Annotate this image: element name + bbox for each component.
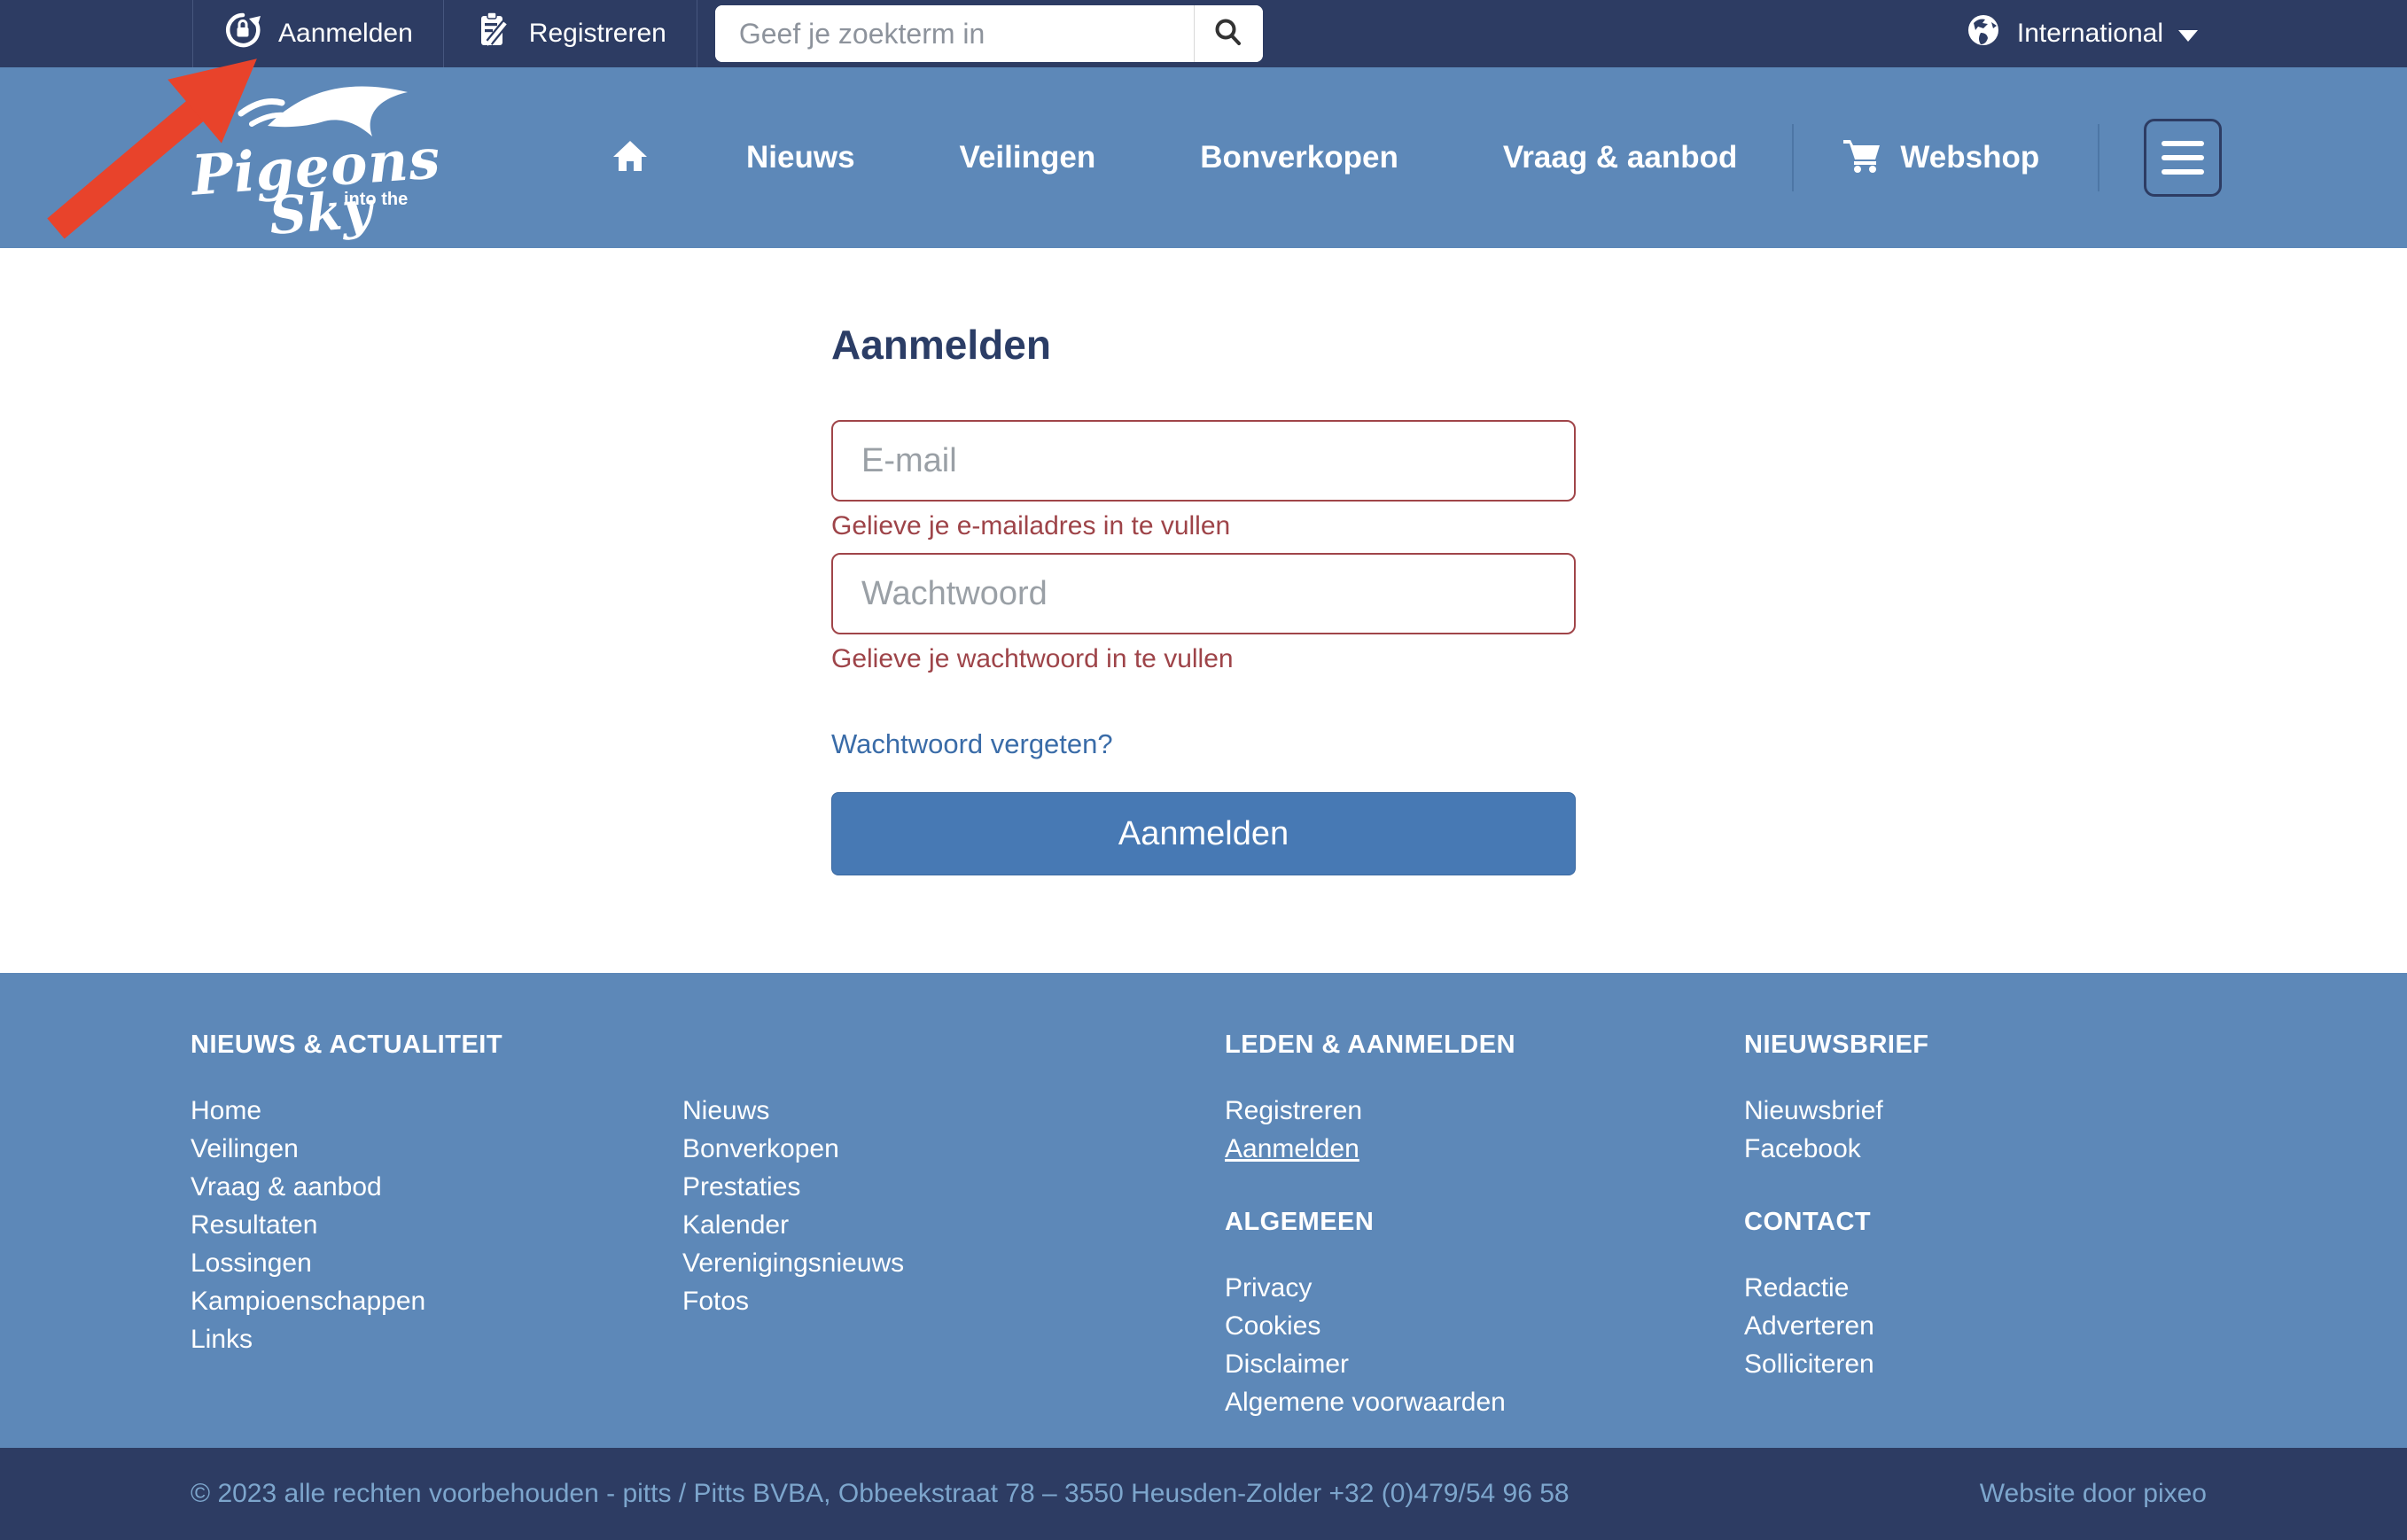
footer-link: Cookies [1225,1307,1744,1345]
footer-link: Nieuwsbrief [1744,1092,2407,1130]
email-error-message: Gelieve je e-mailadres in te vullen [831,510,1576,542]
search-input[interactable] [715,5,1194,62]
footer-link: Kalender [682,1206,904,1244]
webshop-label: Webshop [1900,140,2039,175]
home-icon [611,137,649,179]
footer-heading-members: LEDEN & AANMELDEN [1225,1030,1744,1060]
footer-link: Adverteren [1744,1307,2407,1345]
forgot-password-link[interactable]: Wachtwoord vergeten? [831,728,1113,760]
top-bar-left-group: Aanmelden Registreren [192,0,697,67]
password-field-wrapper [831,553,1576,634]
footer-link: Links [191,1320,682,1358]
login-form: Aanmelden Gelieve je e-mailadres in te v… [831,248,1576,875]
search-button[interactable] [1194,5,1263,62]
footer-heading-newsletter: NIEUWSBRIEF [1744,1030,2407,1060]
password-error-message: Gelieve je wachtwoord in te vullen [831,643,1576,675]
footer-link: Verenigingsnieuws [682,1244,904,1282]
footer-contact-links: Redactie Adverteren Solliciteren [1744,1269,2407,1383]
footer-link: Redactie [1744,1269,2407,1307]
footer-link: Bonverkopen [682,1130,904,1168]
footer-link: Solliciteren [1744,1345,2407,1383]
login-lock-icon [223,11,262,57]
footer-general-links: Privacy Cookies Disclaimer Algemene voor… [1225,1269,1744,1421]
login-menu-label: Aanmelden [278,19,413,49]
email-field[interactable] [833,422,1574,500]
register-menu-label: Registreren [529,19,666,49]
footer-link: Prestaties [682,1168,904,1206]
page-title: Aanmelden [831,321,1576,369]
language-selector[interactable]: International [1965,0,2198,67]
footer-members-links: Registreren Aanmelden [1225,1092,1744,1168]
footer-newsletter-links: Nieuwsbrief Facebook [1744,1092,2407,1168]
footer-link: Algemene voorwaarden [1225,1383,1744,1421]
website-credit-link[interactable]: Website door pixeo [1980,1479,2207,1509]
footer-link: Disclaimer [1225,1345,1744,1383]
footer-column-news: NIEUWS & ACTUALITEIT Home Veilingen Vraa… [191,1030,1225,1448]
footer-link: Lossingen [191,1244,682,1282]
footer-link: Registreren [1225,1092,1744,1130]
nav-item-bonverkopen[interactable]: Bonverkopen [1200,140,1398,175]
home-nav-item[interactable] [611,137,649,179]
cart-icon [1842,135,1884,182]
footer-link: Privacy [1225,1269,1744,1307]
primary-menu: Nieuws Veilingen Bonverkopen Vraag & aan… [611,119,2222,197]
hamburger-icon [2162,141,2204,146]
nav-divider [2098,124,2099,191]
copyright-text: © 2023 alle rechten voorbehouden - pitts… [191,1479,1570,1509]
globe-icon [1965,12,2002,56]
footer-heading-general: ALGEMEEN [1225,1207,1744,1237]
register-menu-item[interactable]: Registreren [443,0,697,67]
footer-link: Resultaten [191,1206,682,1244]
top-utility-bar: Aanmelden Registreren [0,0,2407,67]
footer-link: Home [191,1092,682,1130]
copyright-bar: © 2023 alle rechten voorbehouden - pitts… [0,1448,2407,1540]
footer-column-members: LEDEN & AANMELDEN Registreren Aanmelden … [1225,1030,1744,1448]
nav-item-webshop[interactable]: Webshop [1842,135,2039,182]
logo-word-into-the: into the [344,190,408,210]
nav-item-nieuws[interactable]: Nieuws [746,140,855,175]
chevron-down-icon [2178,30,2198,42]
footer-news-links-b: Nieuws Bonverkopen Prestaties Kalender V… [682,1092,904,1358]
footer-link-current: Aanmelden [1225,1130,1744,1168]
password-field[interactable] [833,555,1574,633]
main-content: Aanmelden Gelieve je e-mailadres in te v… [0,248,2407,973]
footer-link: Nieuws [682,1092,904,1130]
footer-link: Facebook [1744,1130,2407,1168]
footer-heading-contact: CONTACT [1744,1207,2407,1237]
footer-link: Vraag & aanbod [191,1168,682,1206]
site-search [715,5,1263,62]
nav-item-veilingen[interactable]: Veilingen [960,140,1096,175]
footer-heading-news: NIEUWS & ACTUALITEIT [191,1030,1225,1060]
email-field-wrapper [831,420,1576,502]
search-icon [1211,16,1245,52]
menu-toggle-button[interactable] [2144,119,2222,197]
footer-news-links-a: Home Veilingen Vraag & aanbod Resultaten… [191,1092,682,1358]
nav-item-vraag-aanbod[interactable]: Vraag & aanbod [1503,140,1738,175]
site-logo[interactable]: Pigeons Sky into the [188,71,427,245]
footer-column-newsletter: NIEUWSBRIEF Nieuwsbrief Facebook CONTACT… [1744,1030,2407,1448]
language-label: International [2017,19,2163,49]
login-submit-button[interactable]: Aanmelden [831,792,1576,875]
footer-link: Fotos [682,1282,904,1320]
footer: NIEUWS & ACTUALITEIT Home Veilingen Vraa… [0,973,2407,1448]
footer-link: Kampioenschappen [191,1282,682,1320]
login-menu-item[interactable]: Aanmelden [192,0,443,67]
footer-link: Veilingen [191,1130,682,1168]
register-clipboard-icon [474,11,513,57]
nav-divider [1792,124,1794,191]
main-navigation-bar: Pigeons Sky into the Nieuws Veilingen Bo… [0,67,2407,248]
